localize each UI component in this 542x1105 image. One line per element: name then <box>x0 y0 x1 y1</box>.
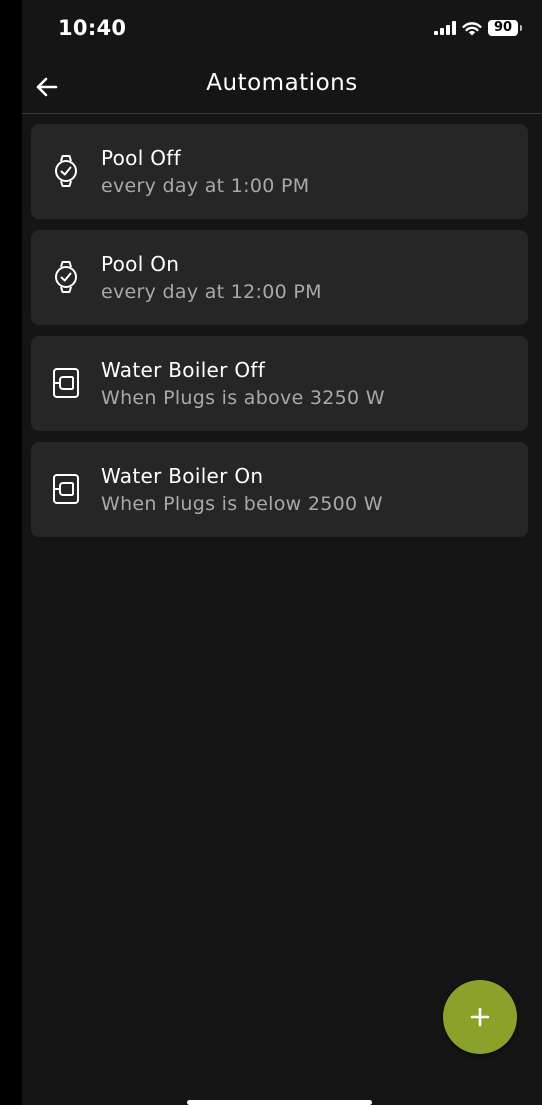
automation-schedule: every day at 1:00 PM <box>101 175 310 197</box>
status-icons: 90 <box>434 20 522 36</box>
watch-icon <box>51 260 81 294</box>
wifi-icon <box>462 21 482 35</box>
add-automation-button[interactable] <box>443 980 517 1054</box>
automation-condition: When Plugs is below 2500 W <box>101 493 383 515</box>
status-time: 10:40 <box>58 16 127 40</box>
automation-card-pool-on[interactable]: Pool On every day at 12:00 PM <box>31 230 528 325</box>
automation-card-pool-off[interactable]: Pool Off every day at 1:00 PM <box>31 124 528 219</box>
automation-card-water-boiler-on[interactable]: Water Boiler On When Plugs is below 2500… <box>31 442 528 537</box>
device-trigger-icon <box>51 366 81 400</box>
automation-card-water-boiler-off[interactable]: Water Boiler Off When Plugs is above 325… <box>31 336 528 431</box>
status-bar: 10:40 90 <box>0 0 542 56</box>
home-indicator[interactable] <box>187 1100 372 1105</box>
app-header: Automations <box>22 56 542 114</box>
watch-icon <box>51 154 81 188</box>
automation-title: Pool Off <box>101 146 181 170</box>
automation-list: Pool Off every day at 1:00 PM Pool On ev… <box>31 124 528 548</box>
automation-schedule: every day at 12:00 PM <box>101 281 322 303</box>
page-title: Automations <box>206 70 358 96</box>
plus-icon <box>470 1007 490 1027</box>
automation-title: Pool On <box>101 252 180 276</box>
cellular-signal-icon <box>434 21 456 35</box>
battery-indicator: 90 <box>488 20 522 36</box>
automation-condition: When Plugs is above 3250 W <box>101 387 385 409</box>
automation-title: Water Boiler Off <box>101 358 266 382</box>
phone-screen: 10:40 90 Automations Pool Off every day … <box>0 0 542 1105</box>
automation-title: Water Boiler On <box>101 464 264 488</box>
device-trigger-icon <box>51 472 81 506</box>
battery-level: 90 <box>493 20 513 35</box>
